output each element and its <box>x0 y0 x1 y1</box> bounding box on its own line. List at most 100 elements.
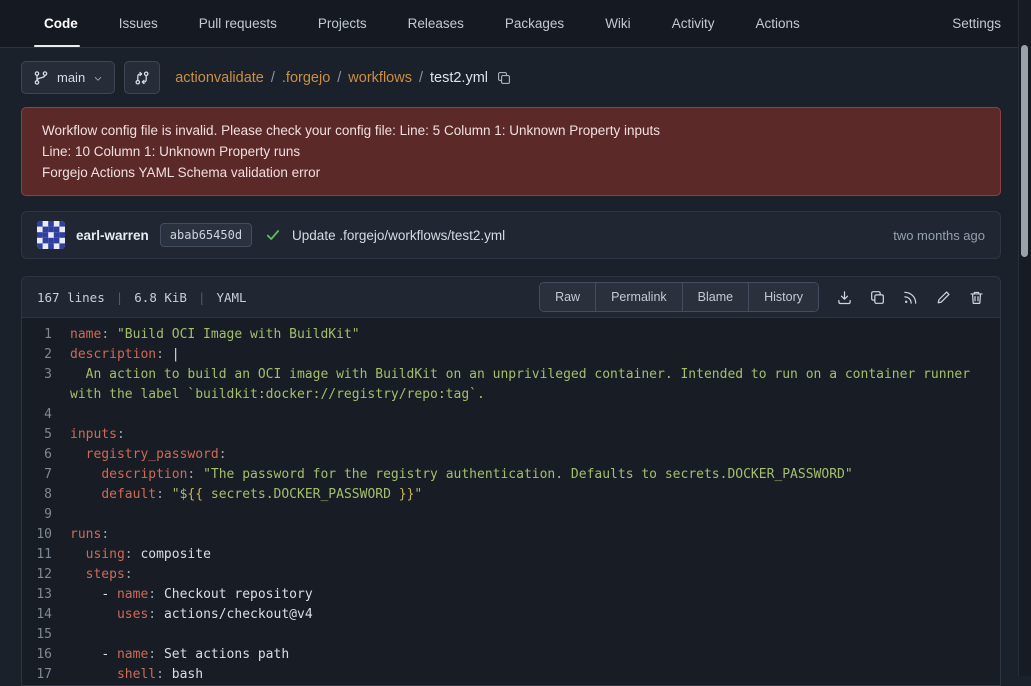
code-line-13: 13 - name: Checkout repository <box>22 585 1000 605</box>
nav-item-label: Packages <box>505 16 564 31</box>
nav-item-projects[interactable]: Projects <box>310 0 367 47</box>
code-line-14: 14 uses: actions/checkout@v4 <box>22 605 1000 625</box>
breadcrumb-separator: / <box>271 70 275 86</box>
code-line-3: 3 An action to build an OCI image with B… <box>22 365 1000 405</box>
nav-item-packages[interactable]: Packages <box>497 0 564 47</box>
error-line: Workflow config file is invalid. Please … <box>42 120 980 141</box>
copy-icon[interactable] <box>864 284 891 311</box>
line-number[interactable]: 3 <box>22 365 70 405</box>
line-number[interactable]: 11 <box>22 545 70 565</box>
file-view-buttons: RawPermalinkBlameHistory <box>539 282 819 312</box>
code-line-4: 4 <box>22 405 1000 425</box>
code-line-2: 2description: | <box>22 345 1000 365</box>
breadcrumb-item-actionvalidate[interactable]: actionvalidate <box>175 70 264 86</box>
top-nav-settings: Settings <box>944 0 1001 47</box>
line-number[interactable]: 13 <box>22 585 70 605</box>
code-line-content: description: | <box>70 345 1000 365</box>
meta-separator: | <box>198 290 206 305</box>
history-button[interactable]: History <box>749 283 818 311</box>
raw-button[interactable]: Raw <box>540 283 596 311</box>
code-line-8: 8 default: "${{ secrets.DOCKER_PASSWORD … <box>22 485 1000 505</box>
nav-item-issues[interactable]: Issues <box>111 0 158 47</box>
nav-item-label: Actions <box>755 16 799 31</box>
chevron-down-icon <box>93 72 103 84</box>
repo-tab-nav: Code Issues Pull requests Projects Releases P… <box>0 0 1031 48</box>
page-scrollbar[interactable] <box>1018 0 1031 676</box>
commit-sha-badge[interactable]: abab65450d <box>160 223 252 247</box>
code-line-content: description: "The password for the regis… <box>70 465 1000 485</box>
line-number[interactable]: 5 <box>22 425 70 445</box>
scrollbar-thumb[interactable] <box>1021 45 1028 257</box>
file-action-icons <box>831 284 990 311</box>
nav-item-wiki[interactable]: Wiki <box>597 0 631 47</box>
commit-author[interactable]: earl-warren <box>76 228 149 243</box>
line-number[interactable]: 10 <box>22 525 70 545</box>
line-number[interactable]: 15 <box>22 625 70 645</box>
line-number[interactable]: 6 <box>22 445 70 465</box>
line-number[interactable]: 4 <box>22 405 70 425</box>
file-meta-item: 6.8 KiB <box>134 290 187 305</box>
code-view: 1name: "Build OCI Image with BuildKit"2d… <box>22 318 1000 685</box>
code-line-1: 1name: "Build OCI Image with BuildKit" <box>22 325 1000 345</box>
line-number[interactable]: 17 <box>22 665 70 685</box>
line-number[interactable]: 1 <box>22 325 70 345</box>
nav-item-actions[interactable]: Actions <box>747 0 799 47</box>
delete-icon[interactable] <box>963 284 990 311</box>
line-number[interactable]: 16 <box>22 645 70 665</box>
compare-icon <box>134 70 150 86</box>
commit-status-check-icon[interactable] <box>265 227 281 243</box>
top-nav-items: Code Issues Pull requests Projects Releases P… <box>36 0 833 47</box>
nav-item-label: Releases <box>408 16 464 31</box>
code-line-content: default: "${{ secrets.DOCKER_PASSWORD }}… <box>70 485 1000 505</box>
line-number[interactable]: 12 <box>22 565 70 585</box>
avatar[interactable] <box>37 221 65 249</box>
nav-item-settings[interactable]: Settings <box>944 0 1001 47</box>
nav-item-label: Projects <box>318 16 367 31</box>
line-number[interactable]: 14 <box>22 605 70 625</box>
code-line-content: using: composite <box>70 545 1000 565</box>
nav-item-label: Settings <box>952 16 1001 31</box>
edit-icon[interactable] <box>930 284 957 311</box>
breadcrumb-item-workflows[interactable]: workflows <box>348 70 412 86</box>
nav-item-releases[interactable]: Releases <box>400 0 464 47</box>
branch-selector[interactable]: main <box>21 61 115 94</box>
line-number[interactable]: 9 <box>22 505 70 525</box>
code-line-16: 16 - name: Set actions path <box>22 645 1000 665</box>
code-line-17: 17 shell: bash <box>22 665 1000 685</box>
error-banner: Workflow config file is invalid. Please … <box>21 107 1001 196</box>
copy-path-icon[interactable] <box>497 71 511 85</box>
compare-button[interactable] <box>124 61 160 94</box>
line-number[interactable]: 8 <box>22 485 70 505</box>
permalink-button[interactable]: Permalink <box>596 283 683 311</box>
file-meta-item: 167 lines <box>37 290 105 305</box>
nav-item-label: Code <box>44 16 78 31</box>
line-number[interactable]: 7 <box>22 465 70 485</box>
download-icon[interactable] <box>831 284 858 311</box>
nav-item-activity[interactable]: Activity <box>664 0 715 47</box>
nav-item-label: Pull requests <box>199 16 277 31</box>
code-line-7: 7 description: "The password for the reg… <box>22 465 1000 485</box>
nav-item-pull-requests[interactable]: Pull requests <box>191 0 277 47</box>
nav-item-code[interactable]: Code <box>36 0 78 47</box>
line-number[interactable]: 2 <box>22 345 70 365</box>
branch-icon <box>33 70 49 86</box>
breadcrumb-item--forgejo[interactable]: .forgejo <box>282 70 330 86</box>
file-meta: 167 lines|6.8 KiB|YAML <box>37 290 247 305</box>
file-meta-item: YAML <box>216 290 246 305</box>
code-line-content: shell: bash <box>70 665 1000 685</box>
rss-icon[interactable] <box>897 284 924 311</box>
code-line-content <box>70 625 1000 645</box>
breadcrumb-item-test2-yml: test2.yml <box>430 70 488 86</box>
branch-breadcrumb-bar: main actionvalidate/.forgejo/workflows/t… <box>21 61 1001 94</box>
code-line-6: 6 registry_password: <box>22 445 1000 465</box>
code-line-11: 11 using: composite <box>22 545 1000 565</box>
nav-item-label: Wiki <box>605 16 631 31</box>
blame-button[interactable]: Blame <box>683 283 749 311</box>
code-line-15: 15 <box>22 625 1000 645</box>
latest-commit-bar: earl-warren abab65450d Update .forgejo/w… <box>21 211 1001 259</box>
code-line-content: steps: <box>70 565 1000 585</box>
code-line-content: - name: Set actions path <box>70 645 1000 665</box>
commit-message[interactable]: Update .forgejo/workflows/test2.yml <box>292 228 505 243</box>
code-line-content: An action to build an OCI image with Bui… <box>70 365 1000 405</box>
breadcrumb: actionvalidate/.forgejo/workflows/test2.… <box>175 70 488 86</box>
